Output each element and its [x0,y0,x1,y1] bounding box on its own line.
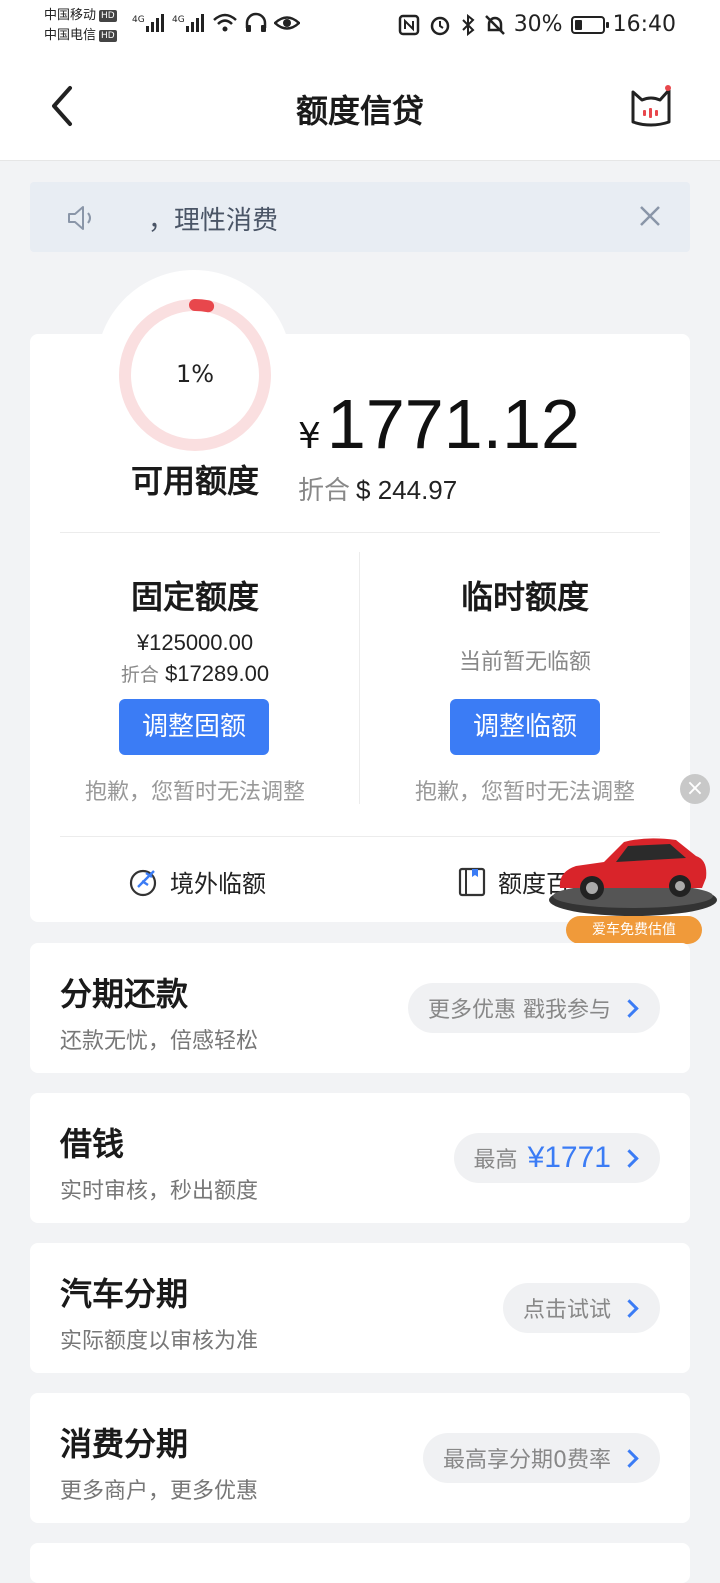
svg-text:4G: 4G [132,15,145,25]
adjust-temp-button[interactable]: 调整临额 [450,699,600,755]
divider [60,532,660,533]
next-row-partial[interactable] [30,1543,690,1583]
chevron-right-icon [620,1298,639,1318]
pill-label: 更多优惠 戳我参与 [428,998,611,1023]
row-subtitle: 实时审核，秒出额度 [60,1179,259,1204]
book-icon [458,867,486,896]
row-subtitle: 更多商户，更多优惠 [60,1479,259,1504]
status-bar: 中国移动 HD 中国电信 HD 4G 4G 30% 16:40 [0,0,720,52]
fixed-credit-note: 抱歉，您暂时无法调整 [84,780,305,805]
row-title: 消费分期 [60,1425,189,1463]
red-car-icon [549,838,717,916]
row-subtitle: 还款无忧，倍感轻松 [60,1029,259,1054]
fixed-credit-conv: 折合 $17289.00 [45,660,345,687]
conv-label: 折合 [298,476,351,506]
usage-arc [189,299,215,313]
column-divider [359,552,360,804]
nfc-icon [398,14,419,35]
fixed-conv-value: $17289.00 [165,661,270,686]
available-credit-label: 可用额度 [130,462,259,500]
alarm-icon [430,16,449,35]
pill-prefix: 最高 [473,1148,518,1173]
row-title: 分期还款 [60,975,189,1013]
speaker-icon [68,206,91,230]
headphone-icon [245,12,267,32]
fixed-credit-title: 固定额度 [130,578,259,616]
currency-symbol: ¥ [298,416,321,457]
svg-text:4G: 4G [172,15,185,25]
wifi-icon [213,13,237,32]
car-installment-row[interactable]: 汽车分期 实际额度以审核为准 点击试试 [30,1243,690,1373]
signal-icons: 4G 4G [132,12,300,34]
battery-percent: 30% [513,12,563,37]
chevron-right-icon [620,1148,639,1168]
plane-globe-icon [129,869,157,896]
page-title: 额度信贷 [295,92,424,130]
temp-credit-note: 抱歉，您暂时无法调整 [414,780,635,805]
signal-icon-2: 4G [172,14,204,32]
consumer-installment-row[interactable]: 消费分期 更多商户，更多优惠 最高享分期0费率 [30,1393,690,1523]
pill-value: ¥1771 [527,1141,611,1174]
fixed-credit-amount: ¥125000.00 [136,630,254,655]
nav-bar: 额度信贷 [0,52,720,161]
close-icon[interactable] [638,204,662,228]
available-amount: ¥ 1771.12 [298,384,580,464]
bluetooth-icon [461,13,475,36]
battery-level [574,19,583,30]
temp-credit-status: 当前暂无临额 [458,650,591,675]
car-valuation-ad[interactable]: 爱车免费估值 [546,828,720,948]
carrier-1: 中国移动 HD [44,8,117,23]
battery-icon [570,15,609,34]
pill-label: 最高享分期0费率 [443,1448,611,1473]
row-title: 借钱 [60,1125,125,1163]
usage-percent: 1% [175,360,215,388]
clock: 16:40 [612,12,676,37]
ad-label: 爱车免费估值 [566,916,702,944]
ad-close-button[interactable]: × [680,774,710,804]
conv-value: $ 244.97 [356,475,458,505]
overseas-credit-link[interactable]: 境外临额 [128,864,266,899]
amount-value: 1771.12 [326,385,580,463]
overseas-link-label: 境外临额 [170,870,266,898]
assistant-cat-icon[interactable] [628,82,674,128]
temp-credit-title: 临时额度 [460,578,589,616]
installment-repayment-row[interactable]: 分期还款 还款无忧，倍感轻松 更多优惠 戳我参与 [30,943,690,1073]
pill-label: 点击试试 [522,1298,611,1323]
chevron-right-icon [620,1448,639,1468]
signal-icon: 4G [132,14,164,32]
status-right: 30% 16:40 [398,12,676,37]
notice-text: ，理性消费 [148,206,279,236]
fixed-conv-label: 折合 [120,664,159,686]
carrier-2: 中国电信 HD [44,28,117,43]
try-pill[interactable]: 点击试试 [502,1283,660,1333]
mute-bell-icon [484,14,505,35]
borrow-money-row[interactable]: 借钱 实时审核，秒出额度 最高 ¥1771 [30,1093,690,1223]
max-amount-pill[interactable]: 最高 ¥1771 [453,1133,660,1183]
adjust-fixed-button[interactable]: 调整固额 [119,699,269,755]
notice-banner: ，理性消费 [30,182,690,252]
eye-icon [274,16,300,30]
promo-pill[interactable]: 更多优惠 戳我参与 [408,983,660,1033]
converted-amount: 折合 $ 244.97 [298,470,457,507]
row-title: 汽车分期 [60,1275,189,1313]
chevron-right-icon [620,998,639,1018]
row-subtitle: 实际额度以审核为准 [60,1329,259,1354]
zero-rate-pill[interactable]: 最高享分期0费率 [423,1433,660,1483]
